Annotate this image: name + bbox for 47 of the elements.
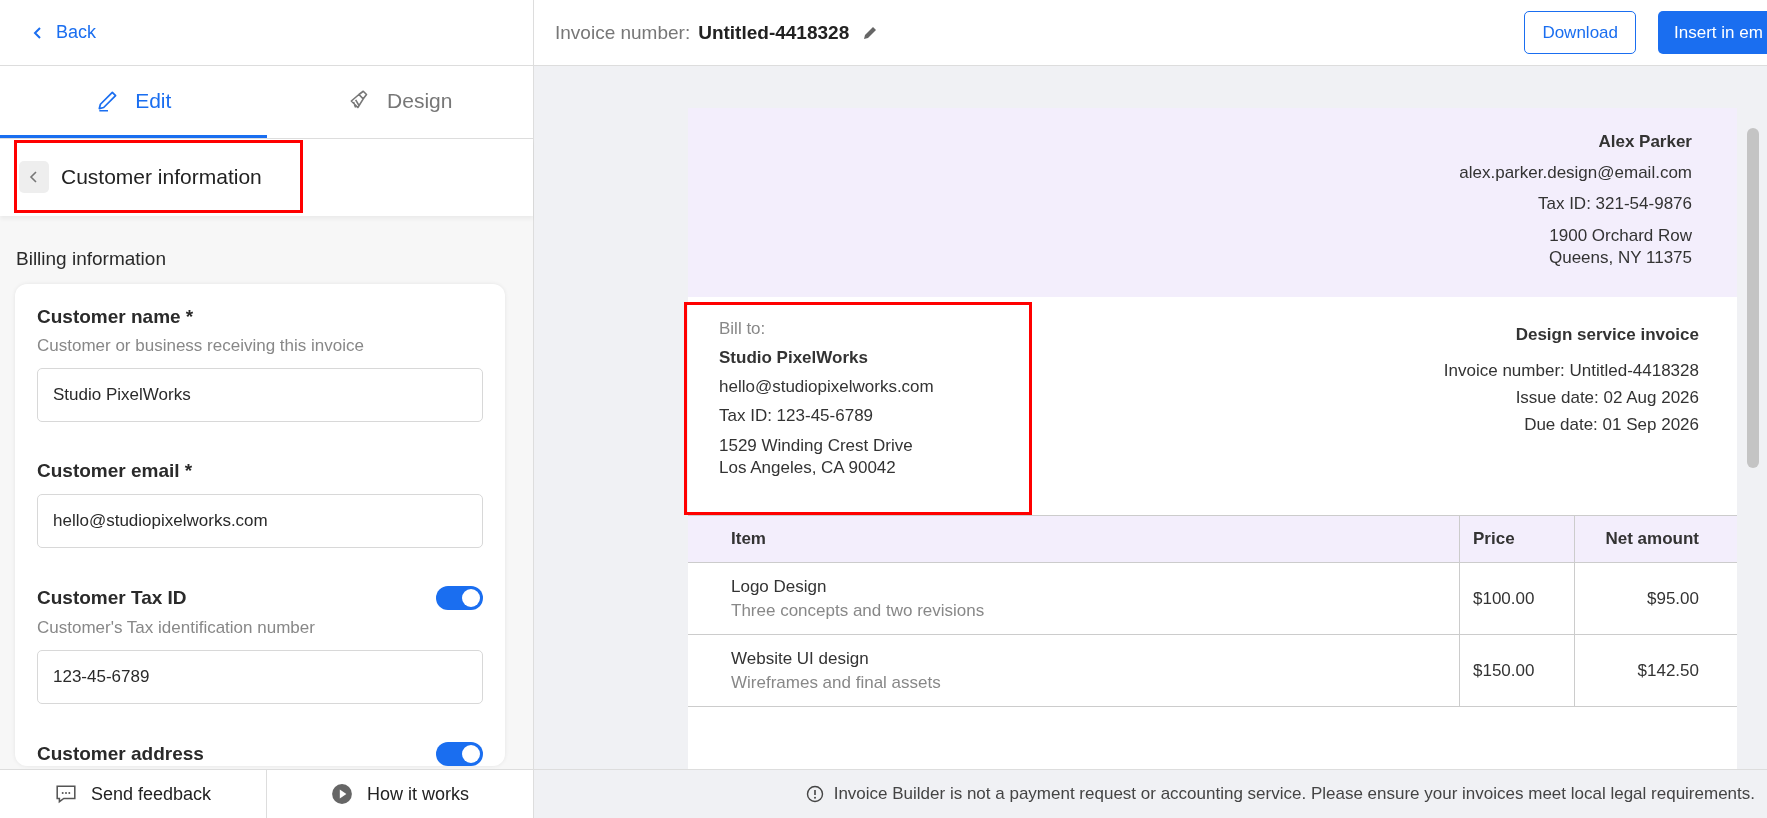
toggle-switch[interactable] xyxy=(436,586,483,610)
column-header: Net amount xyxy=(1574,516,1737,562)
invoice-detail: Invoice number: Untitled-4418328 xyxy=(1443,360,1699,382)
invoice-number: Untitled-4418328 xyxy=(698,21,850,44)
customer-address: 1529 Winding Crest Drive Los Angeles, CA 90042 xyxy=(719,435,914,479)
column-header: Item xyxy=(730,528,767,550)
price-cell-text: $150.00 xyxy=(1473,660,1536,681)
item-name: Website UI design xyxy=(731,648,870,669)
input-field[interactable]: hello@studiopixelworks.com xyxy=(37,494,483,548)
invoice-title: Design service invoice xyxy=(1514,325,1699,345)
field-hint: Customer's Tax identification number xyxy=(37,618,316,638)
customer-name: Studio PixelWorks xyxy=(719,348,869,368)
chat-icon xyxy=(54,783,77,805)
back-button[interactable] xyxy=(19,160,49,193)
item-description: Wireframes and final assets xyxy=(731,672,942,693)
back-link[interactable]: Back xyxy=(30,22,97,43)
customer-tax-id: Tax ID: 123-45-6789 xyxy=(719,406,875,426)
section-title: Customer information xyxy=(61,164,262,189)
net-amount-cell: $142.50 xyxy=(1637,660,1699,681)
invoice-number-label: Invoice number: xyxy=(555,21,691,44)
customer-email: hello@studiopixelworks.com xyxy=(719,377,935,397)
download-button[interactable]: Download xyxy=(1524,11,1636,54)
field-label: Customer name * xyxy=(37,306,194,328)
field-hint: Customer or business receiving this invoice xyxy=(37,336,365,356)
field-label: Customer email * xyxy=(37,460,193,482)
sender-tax-id: Tax ID: 321-54-9876 xyxy=(1536,194,1692,214)
toggle-switch[interactable] xyxy=(436,742,483,766)
bill-to-label: Bill to: xyxy=(719,319,767,339)
group-title: Billing information xyxy=(16,248,167,270)
column-header: Price xyxy=(1459,516,1574,562)
invoice-detail: Due date: 01 Sep 2026 xyxy=(1523,414,1699,436)
field-label: Customer address xyxy=(37,743,204,765)
item-name: Logo Design xyxy=(731,576,828,597)
info-icon xyxy=(805,785,824,803)
play-icon xyxy=(331,783,353,805)
price-cell-text: $100.00 xyxy=(1473,588,1536,609)
item-description: Three concepts and two revisions xyxy=(731,600,986,621)
invoice-detail: Issue date: 02 Aug 2026 xyxy=(1514,387,1699,409)
insert-button[interactable]: Insert in em xyxy=(1658,11,1767,54)
input-field[interactable]: 123-45-6789 xyxy=(37,650,483,704)
net-amount-cell: $95.00 xyxy=(1647,588,1699,609)
input-field[interactable]: Studio PixelWorks xyxy=(37,368,483,422)
field-label: Customer Tax ID xyxy=(37,587,187,609)
notice-text: Invoice Builder is not a payment request or accounting service. Please ensure your invoices meet local legal requirements. xyxy=(833,784,1755,804)
sender-name: Alex Parker xyxy=(1597,132,1692,152)
sender-address: 1900 Orchard Row Queens, NY 11375 xyxy=(1547,225,1692,269)
sender-email: alex.parker.design@email.com xyxy=(1458,163,1692,183)
